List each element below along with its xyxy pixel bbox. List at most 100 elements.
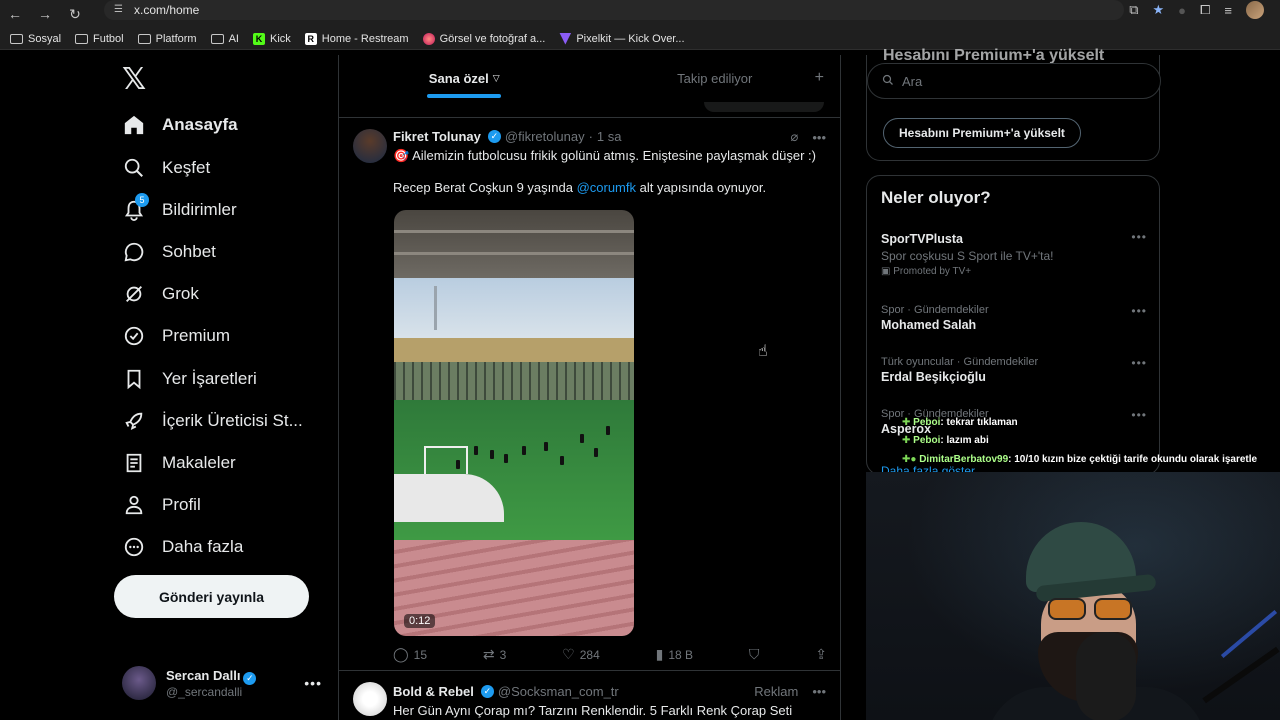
nav-articles[interactable]: Makaleler bbox=[122, 445, 236, 481]
trend-item[interactable]: SporTVPlusta Spor coşkusu S Sport ile TV… bbox=[881, 230, 1147, 277]
nav-profile[interactable]: Profil bbox=[122, 487, 201, 523]
x-logo-icon[interactable]: 𝕏 bbox=[122, 65, 146, 95]
bookmark-icon: ⛉ bbox=[748, 646, 760, 662]
streamer-glasses bbox=[1048, 598, 1138, 620]
player bbox=[456, 460, 460, 469]
reply-button[interactable]: ◯ 15 bbox=[393, 646, 427, 663]
avatar[interactable] bbox=[353, 129, 387, 163]
nav-more[interactable]: Daha fazla bbox=[122, 529, 243, 565]
search-icon bbox=[122, 156, 146, 180]
author-handle[interactable]: @Socksman_com_tr bbox=[498, 684, 619, 699]
trend-item[interactable]: Spor · Gündemdekiler Mohamed Salah ••• bbox=[881, 304, 1147, 332]
more-dots-icon[interactable]: ••• bbox=[812, 684, 826, 699]
stream-chat-overlay: ✚ Peboi: tekrar tıklaman ✚ Peboi: lazım … bbox=[900, 416, 1280, 476]
more-dots-icon[interactable]: ••• bbox=[812, 130, 826, 145]
tweet-video[interactable]: 0:12 bbox=[394, 210, 634, 636]
author-handle[interactable]: @fikretolunay bbox=[505, 129, 585, 144]
post-submit-button[interactable] bbox=[704, 102, 824, 112]
bookmark-link[interactable]: Görsel ve fotoğraf a... bbox=[422, 32, 545, 45]
roof-beam bbox=[394, 252, 634, 255]
player bbox=[544, 442, 548, 451]
separator-dot: · bbox=[588, 129, 593, 144]
minaret bbox=[434, 286, 437, 330]
nav-chat[interactable]: Sohbet bbox=[122, 234, 216, 270]
bookmark-link[interactable]: R Home - Restream bbox=[304, 32, 409, 45]
media-icon[interactable]: ≡ bbox=[1224, 3, 1232, 18]
forward-icon[interactable]: → bbox=[30, 6, 60, 22]
premium-card: Hesabını Premium+'a yükselt Ara Hesabını… bbox=[866, 47, 1161, 161]
bookmark-folder[interactable]: Sosyal bbox=[10, 33, 61, 45]
nav-explore[interactable]: Keşfet bbox=[122, 150, 210, 186]
browser-profile-avatar[interactable] bbox=[1246, 1, 1264, 19]
trends-title: Neler oluyor? bbox=[881, 188, 991, 207]
stadium-roof bbox=[394, 210, 634, 278]
verified-icon: ✓ bbox=[243, 671, 257, 685]
bookmark-folder[interactable]: Futbol bbox=[75, 33, 124, 45]
player bbox=[594, 448, 598, 457]
more-dots-icon[interactable]: ••• bbox=[304, 675, 322, 691]
address-bar[interactable]: ☰ x.com/home bbox=[104, 0, 1124, 20]
author-name[interactable]: Fikret Tolunay bbox=[393, 129, 481, 144]
tab-for-you[interactable]: Sana özel ▽ bbox=[339, 55, 590, 102]
nav-premium[interactable]: Premium bbox=[122, 318, 230, 354]
more-dots-icon[interactable]: ••• bbox=[1131, 230, 1147, 244]
folder-icon bbox=[10, 33, 23, 44]
like-button[interactable]: ♡ 284 bbox=[562, 646, 600, 663]
share-button[interactable]: ⇪ bbox=[815, 646, 827, 663]
player bbox=[490, 450, 494, 459]
install-icon[interactable]: ⧉ bbox=[1129, 2, 1138, 18]
tweet[interactable]: Fikret Tolunay ✓ @fikretolunay · 1 sa ⌀ … bbox=[339, 119, 840, 671]
account-switcher[interactable]: Sercan Dallı ✓ @_sercandalli ••• bbox=[122, 663, 322, 703]
share-icon: ⇪ bbox=[815, 646, 827, 662]
video-fence bbox=[394, 362, 634, 400]
reload-icon[interactable]: ↻ bbox=[60, 6, 90, 22]
more-dots-icon[interactable]: ••• bbox=[1131, 304, 1147, 318]
views-button[interactable]: ▮ 18 B bbox=[656, 646, 693, 663]
author-name[interactable]: Bold & Rebel bbox=[393, 684, 474, 699]
rocket-icon bbox=[122, 409, 146, 433]
nav-bookmarks[interactable]: Yer İşaretleri bbox=[122, 361, 257, 397]
nav-notifications[interactable]: 5 Bildirimler bbox=[122, 192, 237, 228]
tweet-time[interactable]: 1 sa bbox=[597, 129, 622, 144]
bookmark-folder[interactable]: AI bbox=[210, 33, 239, 45]
timeline-tabs: Sana özel ▽ Takip ediliyor + bbox=[339, 55, 840, 102]
mention-link[interactable]: @corumfk bbox=[577, 180, 636, 195]
notification-badge: 5 bbox=[135, 193, 149, 207]
video-goal bbox=[424, 446, 468, 474]
star-icon[interactable]: ★ bbox=[1152, 2, 1164, 18]
bookmark-link[interactable]: Pixelkit — Kick Over... bbox=[559, 32, 685, 45]
microphone bbox=[1076, 632, 1136, 720]
chat-icon bbox=[122, 240, 146, 264]
active-tab-indicator bbox=[427, 94, 502, 98]
more-dots-icon[interactable]: ••• bbox=[1131, 356, 1147, 370]
tweet-ad[interactable]: Bold & Rebel ✓ @Socksman_com_tr Reklam •… bbox=[339, 672, 840, 720]
video-canopy bbox=[394, 474, 504, 522]
bookmark-tweet-button[interactable]: ⛉ bbox=[749, 646, 760, 663]
profile-icon bbox=[122, 493, 146, 517]
bookmark-link[interactable]: K Kick bbox=[252, 32, 291, 45]
extensions-icon[interactable]: ⧠ bbox=[1200, 2, 1210, 18]
back-icon[interactable]: ← bbox=[0, 6, 30, 22]
tab-following[interactable]: Takip ediliyor bbox=[590, 55, 841, 102]
extension-dot-icon[interactable]: ● bbox=[1178, 3, 1186, 18]
grok-icon[interactable]: ⌀ bbox=[791, 129, 799, 145]
video-duration: 0:12 bbox=[404, 614, 436, 628]
nav-home[interactable]: Anasayfa bbox=[122, 107, 238, 143]
retweet-button[interactable]: ⇄ 3 bbox=[483, 646, 506, 663]
browser-toolbar: ← → ↻ ☰ x.com/home ⧉ ★ ● ⧠ ≡ bbox=[0, 0, 1280, 28]
search-input[interactable]: Ara bbox=[867, 63, 1161, 99]
bookmark-folder[interactable]: Platform bbox=[137, 33, 197, 45]
nav-creator-studio[interactable]: İçerik Üreticisi St... bbox=[122, 403, 303, 439]
upgrade-premium-button[interactable]: Hesabını Premium+'a yükselt bbox=[883, 118, 1081, 148]
add-tab-icon[interactable]: + bbox=[815, 69, 824, 87]
bookmark-icon bbox=[122, 367, 146, 391]
player bbox=[580, 434, 584, 443]
site-info-icon[interactable]: ☰ bbox=[114, 4, 126, 16]
post-button[interactable]: Gönderi yayınla bbox=[114, 575, 309, 618]
retweet-icon: ⇄ bbox=[482, 646, 495, 662]
trend-item[interactable]: Türk oyuncular · Gündemdekiler Erdal Beş… bbox=[881, 356, 1147, 384]
tweet-text: 🎯 Ailemizin futbolcusu frikik golünü atm… bbox=[393, 148, 816, 163]
nav-grok[interactable]: Grok bbox=[122, 276, 199, 312]
avatar[interactable] bbox=[353, 682, 387, 716]
chat-message: ✚● DimitarBerbatov99: 10/10 kızın bize ç… bbox=[902, 454, 1258, 465]
